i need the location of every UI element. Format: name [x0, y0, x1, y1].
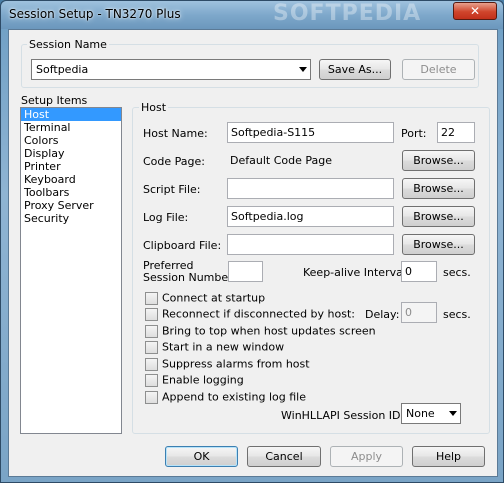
- clipboard-file-browse-button[interactable]: Browse...: [402, 234, 475, 255]
- clipboard-file-input[interactable]: [227, 234, 394, 255]
- session-name-label: Session Name: [27, 38, 109, 51]
- code-page-value: Default Code Page: [230, 154, 332, 167]
- option-label: Append to existing log file: [162, 390, 306, 404]
- setup-item-colors[interactable]: Colors: [21, 134, 121, 147]
- option-label: Enable logging: [162, 373, 244, 387]
- delay-unit: secs.: [443, 308, 471, 321]
- close-button[interactable]: ✕: [453, 2, 497, 20]
- delete-button[interactable]: Delete: [402, 59, 475, 80]
- code-page-browse-button[interactable]: Browse...: [402, 150, 475, 171]
- option-checkbox[interactable]: [145, 340, 158, 354]
- winhllapi-combo[interactable]: None: [401, 403, 461, 424]
- window-title: Session Setup - TN3270 Plus: [9, 7, 181, 21]
- winhllapi-label: WinHLLAPI Session ID:: [281, 409, 405, 422]
- cancel-button[interactable]: Cancel: [247, 446, 321, 467]
- winhllapi-value: None: [406, 407, 435, 420]
- setup-item-keyboard[interactable]: Keyboard: [21, 173, 121, 186]
- option-checkbox[interactable]: [145, 390, 158, 404]
- host-group-label: Host: [139, 101, 169, 114]
- log-file-label: Log File:: [143, 211, 189, 224]
- option-checkbox[interactable]: [145, 291, 158, 305]
- option-row[interactable]: Bring to top when host updates screen: [145, 324, 376, 338]
- option-row[interactable]: Connect at startup: [145, 291, 265, 305]
- script-file-input[interactable]: [227, 178, 394, 199]
- host-name-input[interactable]: Softpedia-S115: [227, 122, 394, 143]
- session-setup-window: Session Setup - TN3270 Plus SOFTPEDIA ✕ …: [0, 0, 504, 483]
- help-button[interactable]: Help: [412, 446, 485, 467]
- title-bar[interactable]: Session Setup - TN3270 Plus SOFTPEDIA ✕: [1, 1, 503, 29]
- option-row[interactable]: Start in a new window: [145, 340, 284, 354]
- clipboard-file-label: Clipboard File:: [143, 239, 222, 252]
- preferred-session-input[interactable]: [228, 261, 263, 282]
- option-checkbox[interactable]: [145, 357, 158, 371]
- option-label: Suppress alarms from host: [162, 357, 310, 371]
- port-label: Port:: [401, 127, 427, 140]
- option-row[interactable]: Append to existing log file: [145, 390, 306, 404]
- session-name-value: Softpedia: [36, 63, 89, 76]
- script-file-browse-button[interactable]: Browse...: [402, 178, 475, 199]
- setup-item-printer[interactable]: Printer: [21, 160, 121, 173]
- option-row[interactable]: Suppress alarms from host: [145, 357, 310, 371]
- watermark-logo: SOFTPEDIA: [273, 1, 422, 26]
- setup-item-display[interactable]: Display: [21, 147, 121, 160]
- setup-item-proxy-server[interactable]: Proxy Server: [21, 199, 121, 212]
- option-label: Reconnect if disconnected by host:: [162, 307, 355, 321]
- option-label: Connect at startup: [162, 291, 266, 305]
- option-row[interactable]: Enable logging: [145, 373, 244, 387]
- save-as-button[interactable]: Save As...: [319, 59, 391, 80]
- setup-item-security[interactable]: Security: [21, 212, 121, 225]
- session-name-combo[interactable]: Softpedia: [31, 59, 311, 80]
- code-page-label: Code Page:: [143, 155, 205, 168]
- apply-button[interactable]: Apply: [330, 446, 403, 467]
- log-file-input[interactable]: Softpedia.log: [227, 206, 394, 227]
- ok-button[interactable]: OK: [165, 446, 238, 467]
- chevron-down-icon: [449, 411, 457, 416]
- setup-item-toolbars[interactable]: Toolbars: [21, 186, 121, 199]
- keepalive-label: Keep-alive Interval:: [303, 266, 410, 279]
- option-label: Bring to top when host updates screen: [162, 324, 376, 338]
- port-input[interactable]: 22: [437, 122, 475, 143]
- option-row[interactable]: Reconnect if disconnected by host:: [145, 307, 355, 321]
- setup-items-list[interactable]: Host Terminal Colors Display Printer Keyboard…: [20, 107, 122, 434]
- log-file-browse-button[interactable]: Browse...: [402, 206, 475, 227]
- option-label: Start in a new window: [162, 340, 285, 354]
- option-checkbox[interactable]: [145, 307, 158, 321]
- chevron-down-icon: [299, 67, 307, 72]
- host-name-label: Host Name:: [143, 127, 208, 140]
- setup-item-terminal[interactable]: Terminal: [21, 121, 121, 134]
- setup-items-label: Setup Items: [21, 94, 88, 107]
- keepalive-input[interactable]: 0: [401, 261, 437, 282]
- option-checkbox[interactable]: [145, 373, 158, 387]
- keepalive-unit: secs.: [443, 266, 471, 279]
- preferred-label-line2: Session Number:: [143, 271, 237, 284]
- delay-input[interactable]: 0: [401, 302, 437, 323]
- delay-label: Delay:: [365, 308, 400, 321]
- setup-item-host[interactable]: Host: [21, 108, 121, 121]
- dialog-client-area: Session Name Softpedia Save As... Delete…: [8, 29, 498, 477]
- script-file-label: Script File:: [143, 183, 201, 196]
- option-checkbox[interactable]: [145, 324, 158, 338]
